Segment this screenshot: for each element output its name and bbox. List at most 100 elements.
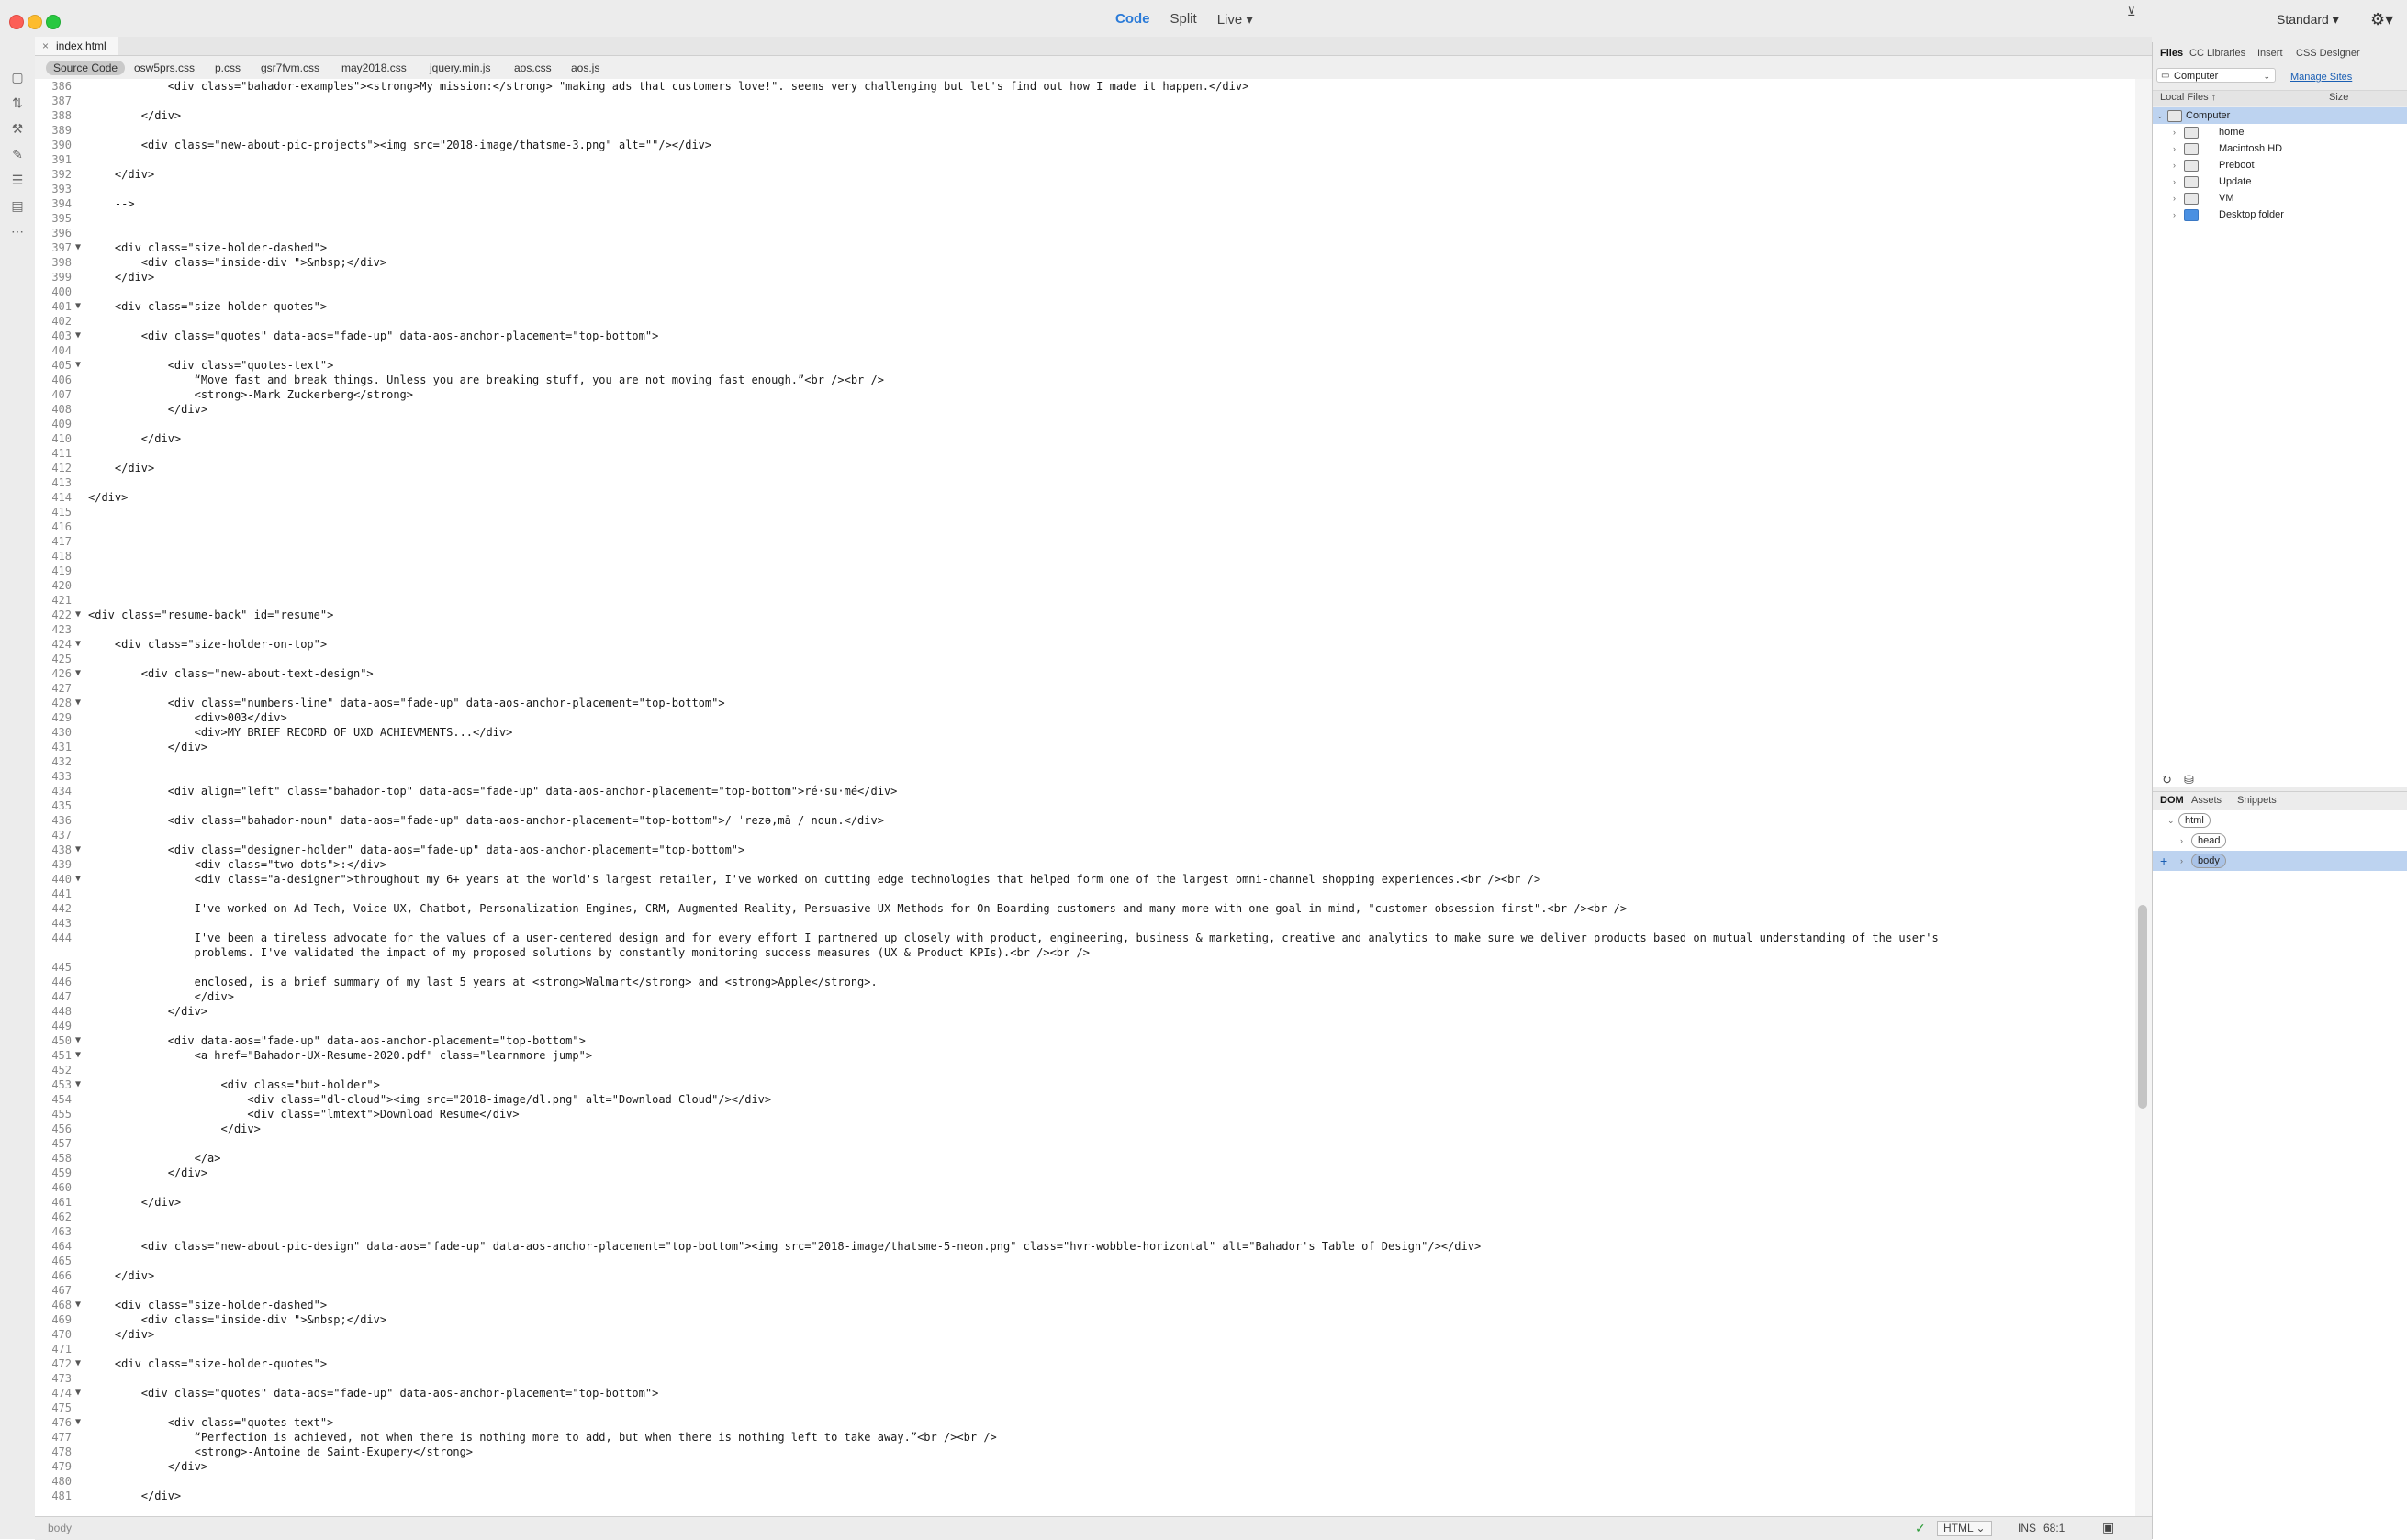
- code-line[interactable]: 393: [35, 182, 2135, 196]
- chevron-right-icon[interactable]: ›: [2173, 173, 2176, 190]
- code-line[interactable]: 479 </div>: [35, 1459, 2135, 1474]
- chat-icon[interactable]: ☰: [8, 171, 27, 189]
- code-line[interactable]: 401 ▼ <div class="size-holder-quotes">: [35, 299, 2135, 314]
- code-line[interactable]: 419: [35, 564, 2135, 578]
- code-line[interactable]: 474 ▼ <div class="quotes" data-aos="fade-…: [35, 1386, 2135, 1401]
- code-line[interactable]: 410 </div>: [35, 431, 2135, 446]
- related-file-tab[interactable]: aos.js: [571, 61, 599, 75]
- code-line[interactable]: 404: [35, 343, 2135, 358]
- code-line[interactable]: 477 “Perfection is achieved, not when th…: [35, 1430, 2135, 1445]
- code-line[interactable]: 469 <div class="inside-div ">&nbsp;</div…: [35, 1312, 2135, 1327]
- code-line[interactable]: 413: [35, 475, 2135, 490]
- code-line[interactable]: 448 </div>: [35, 1004, 2135, 1019]
- scrollbar-thumb[interactable]: [2138, 905, 2147, 1109]
- code-line[interactable]: 471: [35, 1342, 2135, 1356]
- fold-toggle-icon[interactable]: ▼: [75, 1048, 81, 1063]
- fold-toggle-icon[interactable]: ▼: [75, 1298, 81, 1312]
- fold-toggle-icon[interactable]: ▼: [75, 358, 81, 373]
- code-line[interactable]: 443: [35, 916, 2135, 931]
- code-line[interactable]: 431 </div>: [35, 740, 2135, 754]
- code-line[interactable]: 426 ▼ <div class="new-about-text-design">: [35, 666, 2135, 681]
- code-line[interactable]: 414 </div>: [35, 490, 2135, 505]
- code-line[interactable]: 430 <div>MY BRIEF RECORD OF UXD ACHIEVME…: [35, 725, 2135, 740]
- code-line[interactable]: 449: [35, 1019, 2135, 1033]
- chevron-right-icon[interactable]: ›: [2180, 831, 2183, 851]
- split-view-button[interactable]: Split: [1170, 11, 1197, 28]
- code-line[interactable]: 461 </div>: [35, 1195, 2135, 1210]
- code-line[interactable]: 386 <div class="bahador-examples"><stron…: [35, 79, 2135, 94]
- fold-toggle-icon[interactable]: ▼: [75, 1415, 81, 1430]
- code-line[interactable]: 468 ▼ <div class="size-holder-dashed">: [35, 1298, 2135, 1312]
- tree-item-computer[interactable]: ⌄ Computer: [2153, 107, 2407, 124]
- code-line[interactable]: 408 </div>: [35, 402, 2135, 417]
- tab-files[interactable]: Files: [2160, 48, 2183, 59]
- scrollbar-track[interactable]: [2135, 79, 2152, 1516]
- code-line[interactable]: 459 </div>: [35, 1166, 2135, 1180]
- fold-toggle-icon[interactable]: ▼: [75, 696, 81, 710]
- chevron-down-icon[interactable]: ⌄: [2156, 107, 2164, 124]
- related-file-tab[interactable]: p.css: [215, 61, 241, 75]
- snippet-icon[interactable]: ▤: [8, 196, 27, 215]
- code-line[interactable]: 453 ▼ <div class="but-holder">: [35, 1077, 2135, 1092]
- manage-sites-link[interactable]: Manage Sites: [2290, 72, 2352, 83]
- code-line[interactable]: 464 <div class="new-about-pic-design" da…: [35, 1239, 2135, 1254]
- code-line[interactable]: 420: [35, 578, 2135, 593]
- document-tab[interactable]: × index.html: [35, 37, 118, 55]
- code-line[interactable]: 472 ▼ <div class="size-holder-quotes">: [35, 1356, 2135, 1371]
- code-line[interactable]: 481 </div>: [35, 1489, 2135, 1503]
- chevron-down-icon[interactable]: ⌄: [2167, 810, 2175, 831]
- related-file-tab[interactable]: gsr7fvm.css: [261, 61, 319, 75]
- code-line[interactable]: 462: [35, 1210, 2135, 1224]
- code-line[interactable]: 467: [35, 1283, 2135, 1298]
- tab-cc-libraries[interactable]: CC Libraries: [2189, 48, 2245, 59]
- code-line[interactable]: 478 <strong>-Antoine de Saint-Exupery</s…: [35, 1445, 2135, 1459]
- brush-icon[interactable]: ✎: [8, 145, 27, 163]
- code-line[interactable]: 450 ▼ <div data-aos="fade-up" data-aos-an…: [35, 1033, 2135, 1048]
- gear-icon[interactable]: ⚙▾: [2370, 10, 2393, 29]
- code-line[interactable]: 476 ▼ <div class="quotes-text">: [35, 1415, 2135, 1430]
- fold-toggle-icon[interactable]: ▼: [75, 1077, 81, 1092]
- code-line[interactable]: 424 ▼ <div class="size-holder-on-top">: [35, 637, 2135, 652]
- code-line[interactable]: 402: [35, 314, 2135, 329]
- code-line[interactable]: 409: [35, 417, 2135, 431]
- tree-item[interactable]: › home: [2153, 124, 2407, 140]
- code-line[interactable]: 429 <div>003</div>: [35, 710, 2135, 725]
- code-line[interactable]: 411: [35, 446, 2135, 461]
- related-file-tab[interactable]: aos.css: [514, 61, 552, 75]
- code-line[interactable]: 403 ▼ <div class="quotes" data-aos="fade-…: [35, 329, 2135, 343]
- code-line[interactable]: 405 ▼ <div class="quotes-text">: [35, 358, 2135, 373]
- code-line[interactable]: 425: [35, 652, 2135, 666]
- code-line[interactable]: 446 enclosed, is a brief summary of my l…: [35, 975, 2135, 989]
- chevron-right-icon[interactable]: ›: [2173, 140, 2176, 157]
- minimize-window-button[interactable]: [28, 15, 42, 29]
- chevron-right-icon[interactable]: ›: [2173, 206, 2176, 223]
- chevron-right-icon[interactable]: ›: [2173, 157, 2176, 173]
- preview-icon[interactable]: ▣: [2102, 1520, 2114, 1535]
- refresh-icon[interactable]: ↻: [2162, 773, 2172, 787]
- code-line[interactable]: 436 <div class="bahador-noun" data-aos="…: [35, 813, 2135, 828]
- code-line[interactable]: 389: [35, 123, 2135, 138]
- dom-tag-pill[interactable]: head: [2191, 833, 2227, 848]
- code-line[interactable]: 441: [35, 887, 2135, 901]
- code-line[interactable]: 406 “Move fast and break things. Unless …: [35, 373, 2135, 387]
- code-line[interactable]: 407 <strong>-Mark Zuckerberg</strong>: [35, 387, 2135, 402]
- code-line[interactable]: 432: [35, 754, 2135, 769]
- code-line[interactable]: 457: [35, 1136, 2135, 1151]
- fold-toggle-icon[interactable]: ▼: [75, 329, 81, 343]
- code-line[interactable]: 398 <div class="inside-div ">&nbsp;</div…: [35, 255, 2135, 270]
- code-line[interactable]: 442 I've worked on Ad-Tech, Voice UX, Ch…: [35, 901, 2135, 916]
- close-window-button[interactable]: [9, 15, 24, 29]
- code-line[interactable]: 394 -->: [35, 196, 2135, 211]
- code-line[interactable]: 395: [35, 211, 2135, 226]
- chevron-right-icon[interactable]: ›: [2173, 190, 2176, 206]
- tree-item[interactable]: › Preboot: [2153, 157, 2407, 173]
- code-line[interactable]: 466 </div>: [35, 1268, 2135, 1283]
- tab-assets[interactable]: Assets: [2191, 795, 2222, 806]
- code-line[interactable]: 416: [35, 519, 2135, 534]
- code-line[interactable]: 447 </div>: [35, 989, 2135, 1004]
- code-line[interactable]: 438 ▼ <div class="designer-holder" data-a…: [35, 843, 2135, 857]
- connect-icon[interactable]: ⛁: [2184, 773, 2194, 787]
- code-line[interactable]: 455 <div class="lmtext">Download Resume<…: [35, 1107, 2135, 1122]
- related-file-tab[interactable]: osw5prs.css: [134, 61, 195, 75]
- close-tab-icon[interactable]: ×: [42, 39, 49, 52]
